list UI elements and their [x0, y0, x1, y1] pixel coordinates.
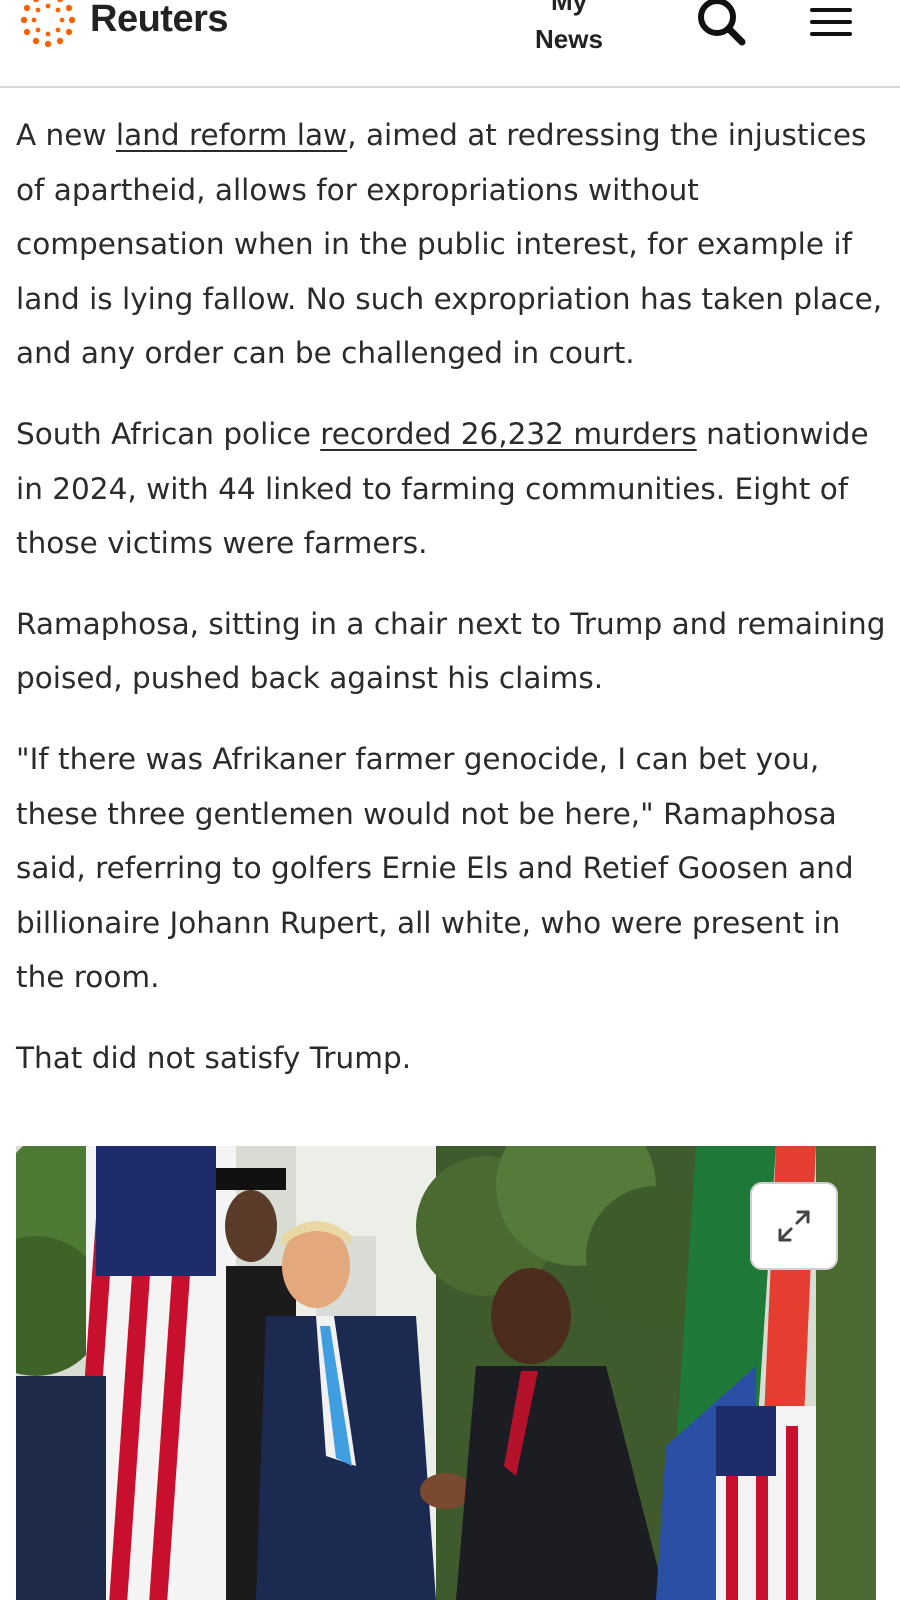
hamburger-menu-icon	[810, 8, 852, 36]
paragraph: "If there was Afrikaner farmer genocide,…	[16, 741, 854, 995]
paragraph: A new land reform law, aimed at redressi…	[16, 108, 886, 381]
paragraph-text: South African police	[16, 416, 321, 451]
article-body: A new land reform law, aimed at redressi…	[16, 108, 886, 1112]
land-reform-law-link[interactable]: land reform law	[116, 118, 347, 152]
recorded-murders-link[interactable]: recorded 26,232 murders	[320, 417, 697, 451]
brand-name: Reuters	[90, 0, 229, 40]
expand-icon	[778, 1210, 810, 1242]
reuters-logo-icon	[20, 0, 76, 48]
article-photo[interactable]	[16, 1146, 876, 1600]
search-icon	[698, 0, 746, 46]
search-button[interactable]	[692, 0, 752, 52]
site-header: Reuters My News	[0, 0, 900, 88]
expand-image-button[interactable]	[750, 1182, 838, 1270]
my-news-label-line2: News	[535, 24, 603, 54]
paragraph: South African police recorded 26,232 mur…	[16, 407, 886, 571]
my-news-link[interactable]: My News	[514, 0, 624, 58]
paragraph-text: , aimed at redressing the injustices of …	[16, 118, 883, 371]
paragraph: That did not satisfy Trump.	[16, 1040, 412, 1075]
photo-illustration	[16, 1146, 876, 1600]
menu-button[interactable]	[800, 0, 860, 52]
reuters-logo[interactable]: Reuters	[16, 0, 229, 52]
paragraph-text: A new	[16, 118, 116, 152]
paragraph: Ramaphosa, sitting in a chair next to Tr…	[16, 606, 886, 696]
my-news-label-line1: My	[550, 0, 588, 16]
